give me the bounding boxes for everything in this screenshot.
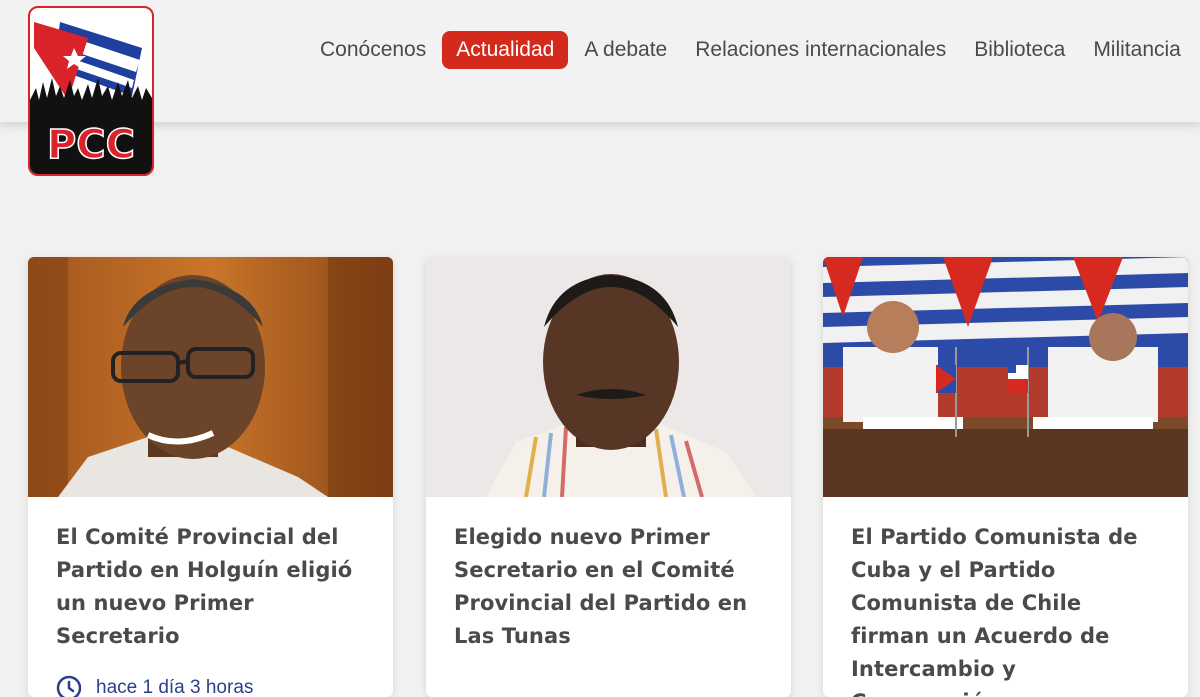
article-image[interactable] [426,257,791,497]
article-image[interactable] [28,257,393,497]
logo-text: PCC [47,122,135,168]
article-time: hace 1 día 3 horas [56,675,365,697]
nav-item-relaciones-internacionales[interactable]: Relaciones internacionales [681,31,960,69]
site-header: Conócenos Actualidad A debate Relaciones… [0,0,1200,122]
article-card[interactable]: Elegido nuevo Primer Secretario en el Co… [426,257,791,697]
article-title[interactable]: Elegido nuevo Primer Secretario en el Co… [454,521,763,653]
nav-item-conocenos[interactable]: Conócenos [306,31,440,69]
nav-item-biblioteca[interactable]: Biblioteca [960,31,1079,69]
pcc-logo[interactable]: PCC [28,6,154,176]
main-nav: Conócenos Actualidad A debate Relaciones… [306,28,1195,72]
article-card[interactable]: El Comité Provincial del Partido en Holg… [28,257,393,697]
nav-item-militancia[interactable]: Militancia [1079,31,1195,69]
article-time-text: hace 1 día 3 horas [96,677,254,697]
nav-item-actualidad[interactable]: Actualidad [442,31,569,69]
nav-item-a-debate[interactable]: A debate [570,31,681,69]
article-title[interactable]: El Partido Comunista de Cuba y el Partid… [851,521,1160,697]
article-card[interactable]: El Partido Comunista de Cuba y el Partid… [823,257,1188,697]
article-image[interactable] [823,257,1188,497]
article-title[interactable]: El Comité Provincial del Partido en Holg… [56,521,365,653]
clock-icon [56,675,82,697]
pcc-logo-icon: PCC [30,22,152,174]
